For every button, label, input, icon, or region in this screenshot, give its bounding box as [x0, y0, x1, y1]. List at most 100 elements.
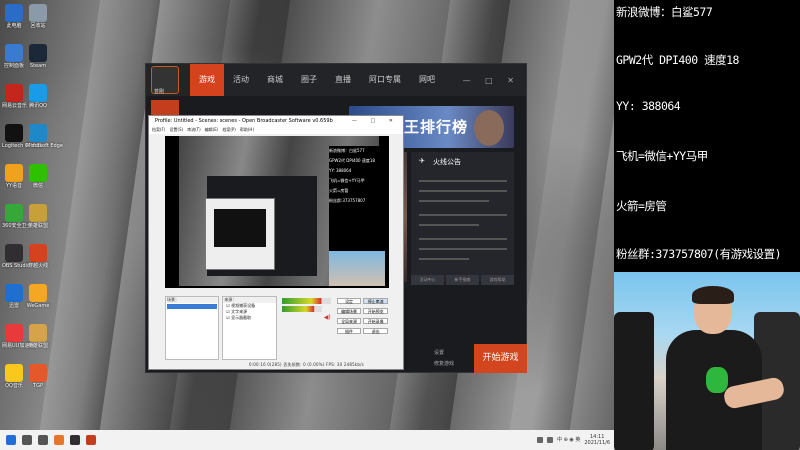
desktop-icon-label: OBS Studio [2, 263, 30, 269]
obs-control-button[interactable]: 退出 [363, 328, 388, 334]
launcher-tab[interactable]: 网吧 [410, 64, 444, 96]
desktop-icon[interactable]: 网易UU加速器 [2, 324, 35, 349]
shirt-skull-print [706, 367, 728, 393]
desktop-icon-label: 控制面板 [3, 63, 24, 69]
crossfire-icon[interactable] [86, 435, 96, 445]
desktop-icon[interactable]: Logitech G HUB [2, 124, 42, 149]
settings-link[interactable]: 设置 [434, 348, 454, 359]
desktop-icon-label: 网易云音乐 [2, 103, 28, 109]
search-icon[interactable] [22, 435, 32, 445]
desktop-icon[interactable]: 360安全卫士 [2, 204, 32, 229]
clock[interactable]: 14:11 2021/11/6 [584, 434, 610, 446]
source-label: 视频捕获设备 [231, 303, 256, 308]
launcher-links: 设置 修复游戏 [434, 348, 454, 370]
launcher-tab[interactable]: 圈子 [292, 64, 326, 96]
app-icon [29, 364, 47, 382]
windows-logo-icon[interactable] [6, 435, 16, 445]
desktop-icon[interactable]: YY语音 [2, 164, 26, 189]
obs-menu-item[interactable]: 帮助(H) [240, 126, 254, 134]
desktop-icon[interactable]: Steam [26, 44, 50, 69]
desktop-icon[interactable]: QQ音乐 [2, 364, 26, 389]
desktop-icon[interactable]: Microsoft Edge [26, 124, 63, 149]
desktop-icon[interactable]: 迅雷 [2, 284, 26, 309]
obs-menu-item[interactable]: 设置(S) [169, 126, 183, 134]
stream-info-overlay: 新浪微博：白鲨577 GPW2代 DPI400 速度18 YY: 388064 飞机=… [614, 0, 800, 272]
desktop-icon[interactable]: 微信 [26, 164, 50, 189]
app-icon [29, 44, 47, 62]
desktop-icon-label: Logitech G HUB [2, 143, 42, 149]
desktop-icon[interactable]: OBS Studio [2, 244, 30, 269]
obs-control-button[interactable]: 插件 [336, 328, 362, 334]
volume-icon[interactable] [547, 437, 554, 443]
desktop-icon[interactable]: 英雄联盟 [26, 204, 50, 229]
app-icon [29, 124, 47, 142]
desktop-icon[interactable]: 网易云音乐 [2, 84, 28, 109]
desktop-icon[interactable]: TGP [26, 364, 50, 389]
obs-control-button[interactable]: 全局来源 [336, 318, 362, 324]
launcher-tab[interactable]: 游戏 [190, 64, 224, 96]
desktop-icon[interactable]: 穿越火线 [26, 244, 50, 269]
launcher-tab[interactable]: 活动 [224, 64, 258, 96]
obs-window-controls[interactable]: — □ ✕ [352, 116, 403, 126]
preview-text-line: 飞机=微信+YY马甲 [329, 178, 365, 183]
obs-statusbar: 0:00:16 0(285) 丢失帧数: 0 (0.00%) FPS: 30 2… [249, 362, 364, 367]
scene-item-selected[interactable] [167, 304, 218, 309]
obs-control-button[interactable]: 编辑场景 [336, 308, 362, 314]
notice-line [419, 200, 489, 202]
notice-line [419, 248, 507, 250]
app-icon [5, 244, 23, 262]
desktop-icon[interactable]: 此电脑 [2, 4, 26, 29]
desktop-icon[interactable]: 控制面板 [2, 44, 26, 69]
obs-control-button[interactable]: 开始录像 [363, 318, 388, 324]
start-game-button[interactable]: 开始游戏 [474, 344, 527, 373]
obs-control-button[interactable]: 停止串流 [363, 298, 388, 304]
launcher-tab[interactable]: 阿口专属 [360, 64, 410, 96]
preview-text-line: 新浪微博：白鲨577 [329, 148, 365, 153]
launcher-tab[interactable]: 商城 [258, 64, 292, 96]
desktop-icon[interactable]: WeGame [26, 284, 50, 309]
scenes-panel[interactable]: 场景： [165, 296, 220, 360]
source-item[interactable]: ☑ 显示器截取 [223, 315, 275, 321]
tray-ime[interactable]: 中 ⊕ ◉ 英 [557, 437, 580, 443]
notice-button[interactable]: 游戏帮助 [481, 275, 514, 285]
notice-button[interactable]: 活动中心 [411, 275, 444, 285]
audio-mixer: ◀) [279, 296, 333, 360]
network-icon[interactable] [537, 437, 544, 443]
launcher-tab[interactable]: 直播 [326, 64, 360, 96]
overlay-info-line: GPW2代 DPI400 速度18 [616, 53, 739, 67]
sources-panel[interactable]: 来源： ☑ 视频捕获设备 ☑ 文字来源 ☑ 显示器截取 [222, 296, 277, 360]
notice-button[interactable]: 新手指南 [446, 275, 479, 285]
wegame-icon[interactable] [54, 435, 64, 445]
obs-control-button[interactable]: 设定 [336, 298, 362, 304]
preview-obs [205, 198, 275, 270]
obs-control-button[interactable]: 开始预览 [363, 308, 388, 314]
desktop-icon-label: 网易UU加速器 [2, 343, 35, 349]
desktop-icon-label: TGP [33, 383, 43, 389]
desktop-icon[interactable]: 英雄联盟 [26, 324, 50, 349]
notice-icon: ✈ [419, 157, 425, 165]
desktop-icon[interactable]: 回收站 [26, 4, 50, 29]
app-icon [29, 164, 47, 182]
task-view-icon[interactable] [38, 435, 48, 445]
desktop-icon-label: 英雄联盟 [27, 223, 48, 229]
overlay-info-line: 新浪微博：白鲨577 [616, 5, 713, 19]
desktop-icon[interactable]: 腾讯QQ [26, 84, 50, 109]
system-tray: 中 ⊕ ◉ 英 14:11 2021/11/6 [537, 434, 614, 446]
obs-menu-item[interactable]: 串流(T) [187, 126, 201, 134]
obs-menu-item[interactable]: 档案(F) [152, 126, 165, 134]
app-icon [5, 364, 23, 382]
desktop-icon-label: 微信 [32, 183, 43, 189]
launcher-topbar: 苍刚 游戏 活动 商城 圈子 直播 阿口专属 网吧 — □ ✕ [146, 64, 526, 96]
obs-menu-item[interactable]: 编辑(E) [205, 126, 219, 134]
app-icon [5, 204, 23, 222]
repair-link[interactable]: 修复游戏 [434, 359, 454, 370]
preview-text-line: 火箭=房管 [329, 188, 349, 193]
launcher-window-controls[interactable]: — □ ✕ [463, 76, 526, 85]
speaker-icon[interactable]: ◀) [280, 314, 333, 321]
app-icon [5, 164, 23, 182]
app-icon [29, 84, 47, 102]
obs-menu-item[interactable]: 档案(P) [222, 126, 236, 134]
gaming-chair [614, 312, 654, 450]
obs-window[interactable]: Profile: Untitled - Scenes: scenes - Ope… [148, 115, 404, 370]
obs-icon[interactable] [70, 435, 80, 445]
